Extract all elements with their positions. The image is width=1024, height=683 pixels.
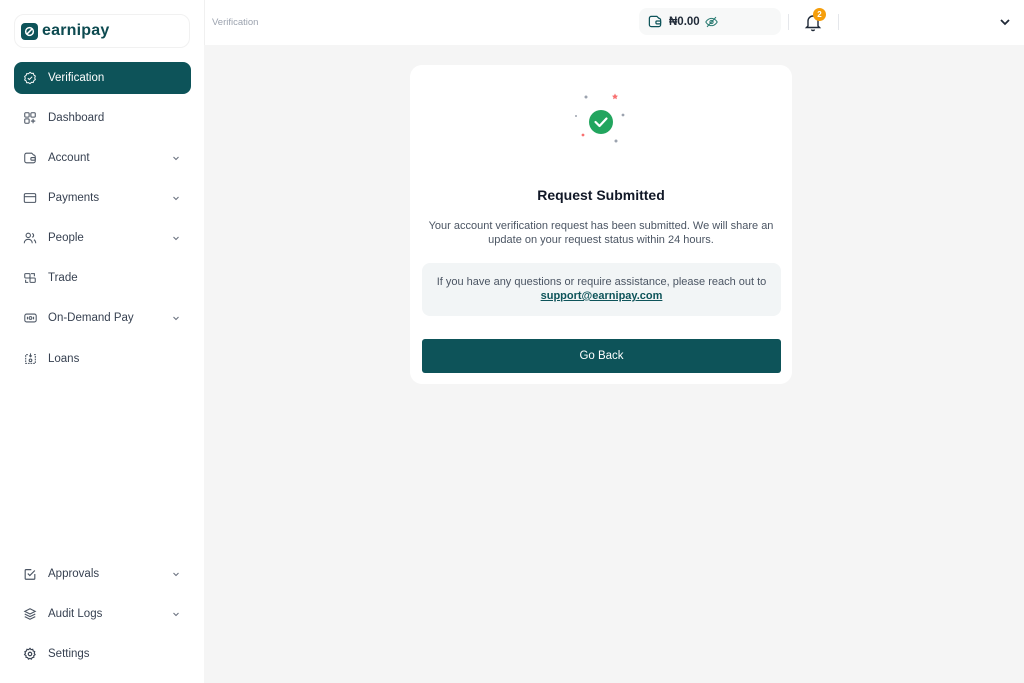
sidebar-item-label: Dashboard (48, 112, 105, 124)
checkbox-icon (22, 566, 38, 582)
sidebar-item-label: Settings (48, 648, 90, 660)
top-bar: Verification ₦0.00 2 (204, 0, 1024, 45)
chevron-down-icon (173, 196, 179, 201)
balance-amount: ₦0.00 (669, 15, 700, 28)
profile-menu-chevron-icon[interactable] (999, 17, 1011, 27)
loan-icon (22, 351, 38, 367)
card-title: Request Submitted (537, 187, 665, 203)
brand-name: earnipay (42, 22, 110, 39)
divider (788, 14, 789, 30)
sidebar-item-loans[interactable]: Loans (14, 343, 191, 375)
badge-check-icon (22, 70, 38, 86)
sidebar-item-settings[interactable]: Settings (14, 638, 191, 670)
sidebar-item-label: On-Demand Pay (48, 312, 134, 324)
cash-icon (22, 310, 38, 326)
wallet-balance[interactable]: ₦0.00 (639, 8, 781, 35)
sidebar-item-audit-logs[interactable]: Audit Logs (14, 598, 191, 630)
sidebar-item-label: Payments (48, 192, 100, 204)
sidebar-item-label: Loans (48, 353, 80, 365)
chevron-down-icon (173, 316, 179, 321)
request-submitted-card: Request Submitted Your account verificat… (410, 65, 792, 384)
success-check-icon (575, 93, 625, 143)
logo-icon (21, 22, 38, 40)
chevron-down-icon (173, 156, 179, 161)
breadcrumb: Verification (212, 17, 259, 28)
sidebar-item-trade[interactable]: Trade (14, 262, 191, 294)
dashboard-grid-icon (22, 110, 38, 126)
logo[interactable]: earnipay (14, 14, 190, 48)
chevron-down-icon (173, 612, 179, 617)
chevron-down-icon (173, 236, 179, 241)
sidebar-item-label: Approvals (48, 568, 100, 580)
sidebar-item-label: Audit Logs (48, 608, 103, 620)
support-email-link[interactable]: support@earnipay.com (541, 289, 663, 303)
notification-badge: 2 (813, 8, 826, 21)
sidebar: earnipay Verification Dashboard Account … (0, 0, 204, 683)
gear-icon (22, 646, 38, 662)
eye-off-icon[interactable] (704, 16, 718, 28)
sidebar-item-account[interactable]: Account (14, 142, 191, 174)
sidebar-item-label: Account (48, 152, 90, 164)
sidebar-item-verification[interactable]: Verification (14, 62, 191, 94)
wallet-icon (22, 150, 38, 166)
users-icon (22, 230, 38, 246)
sidebar-item-payments[interactable]: Payments (14, 182, 191, 214)
go-back-button[interactable]: Go Back (422, 339, 781, 373)
support-text: If you have any questions or require ass… (436, 276, 767, 288)
wallet-icon (648, 15, 662, 28)
support-info-box: If you have any questions or require ass… (422, 263, 781, 316)
sidebar-item-on-demand-pay[interactable]: On-Demand Pay (14, 302, 191, 334)
sidebar-item-dashboard[interactable]: Dashboard (14, 102, 191, 134)
divider (838, 14, 839, 30)
trade-icon (22, 270, 38, 286)
sidebar-item-label: Trade (48, 272, 78, 284)
sidebar-item-approvals[interactable]: Approvals (14, 558, 191, 590)
sidebar-item-label: Verification (48, 72, 105, 84)
card-icon (22, 190, 38, 206)
sidebar-item-people[interactable]: People (14, 222, 191, 254)
chevron-down-icon (173, 572, 179, 577)
layers-icon (22, 606, 38, 622)
sidebar-item-label: People (48, 232, 84, 244)
card-description: Your account verification request has be… (428, 220, 774, 246)
